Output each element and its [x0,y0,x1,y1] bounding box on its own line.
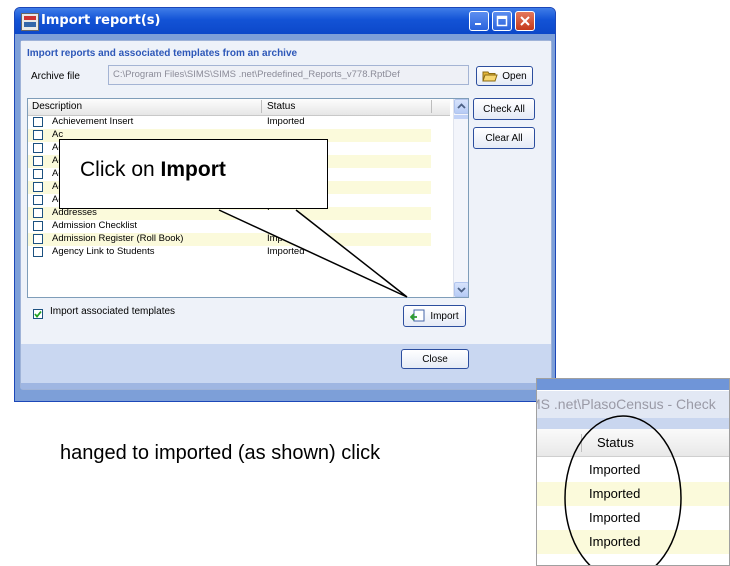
highlight-ellipse [564,415,682,565]
zoom-inset: MS .net\PlasoCensus - Check Status Impor… [536,378,730,566]
instruction-text: hanged to imported (as shown) click [60,442,381,464]
